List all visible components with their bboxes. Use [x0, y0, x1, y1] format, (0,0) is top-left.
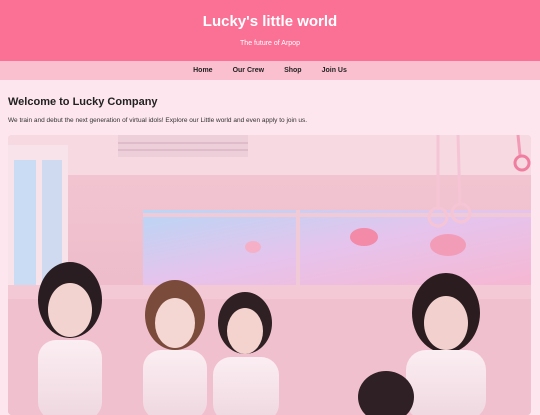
hero-image	[8, 135, 531, 415]
site-title: Lucky's little world	[202, 13, 338, 30]
intro-text: We train and debut the next generation o…	[8, 117, 308, 124]
nav-shop-link[interactable]: Shop	[284, 66, 302, 75]
nav-our-crew-link[interactable]: Our Crew	[233, 66, 265, 75]
nav-join-us-link[interactable]: Join Us	[322, 66, 347, 75]
welcome-heading: Welcome to Lucky Company	[8, 96, 158, 108]
main-nav: Home Our Crew Shop Join Us	[0, 61, 540, 80]
site-tagline: The future of Arpop	[240, 40, 300, 47]
nav-home-link[interactable]: Home	[193, 66, 212, 75]
site-header: Lucky's little world The future of Arpop	[0, 0, 540, 61]
